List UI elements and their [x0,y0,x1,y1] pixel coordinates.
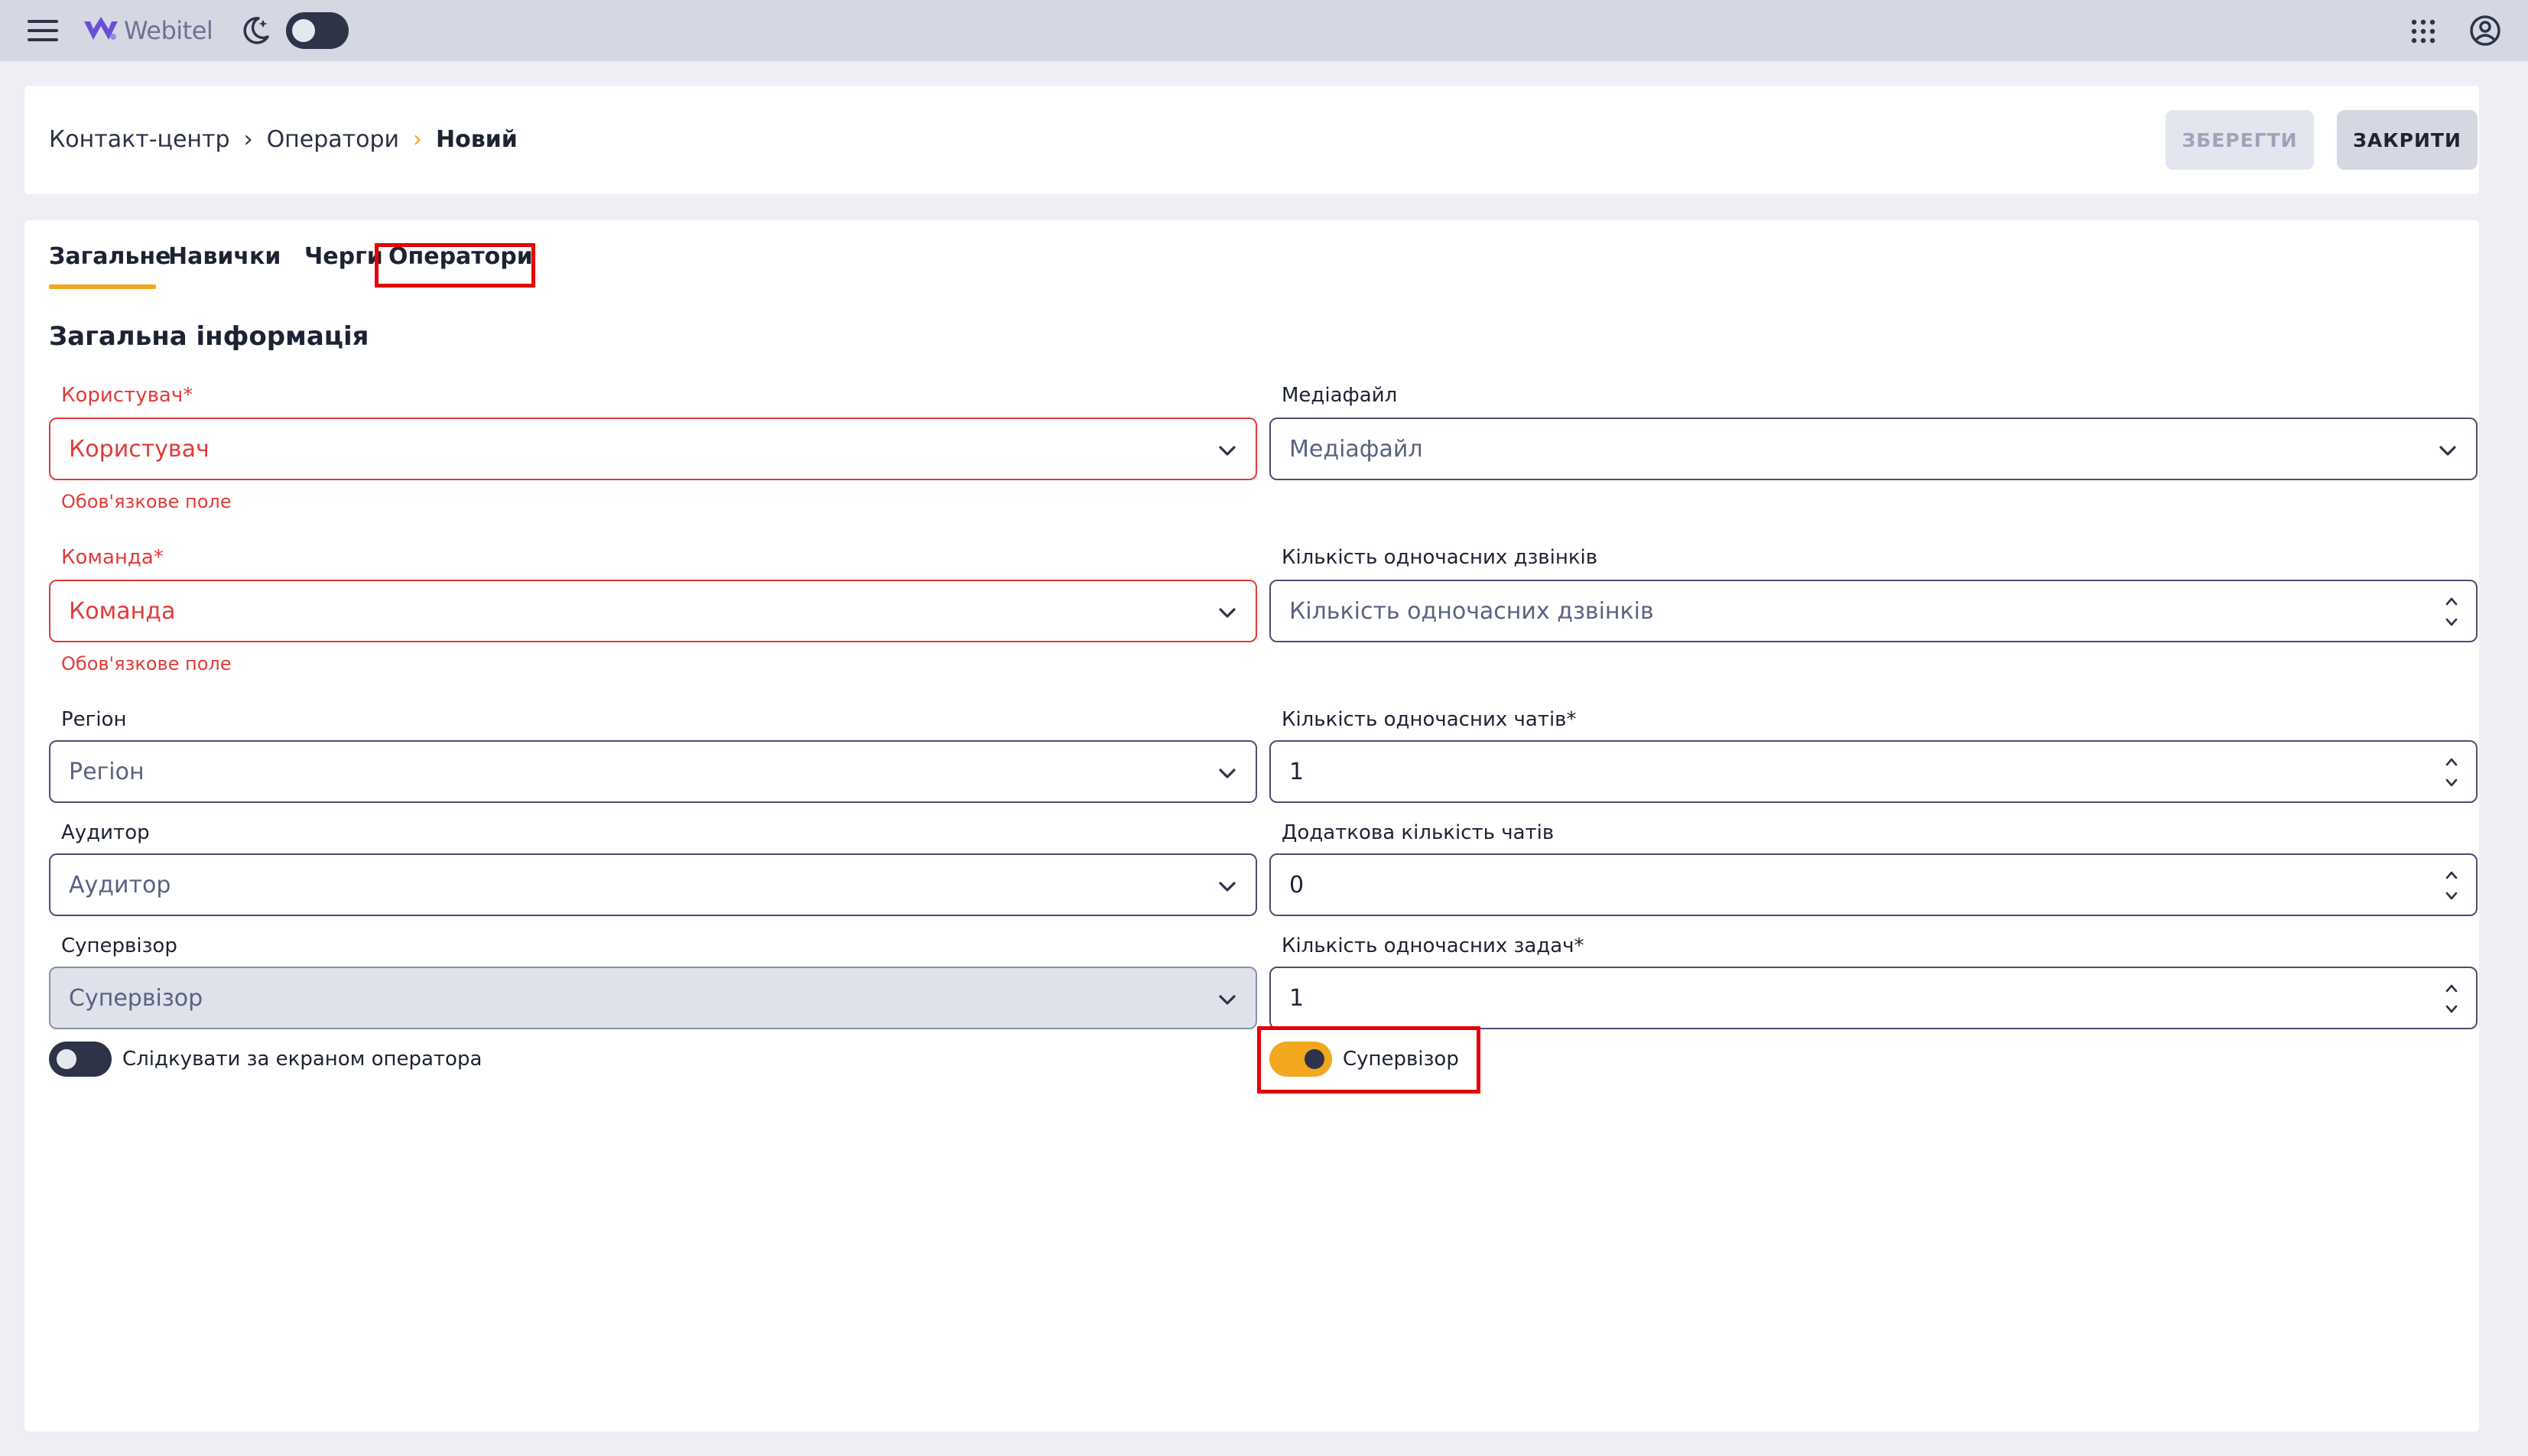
calls-label: Кількість одночасних дзвінків [1282,546,1598,569]
active-tab-indicator [49,284,156,289]
calls-placeholder: Кількість одночасних дзвінків [1289,598,1654,625]
number-stepper-icon[interactable] [2442,749,2461,795]
follow-screen-toggle[interactable] [49,1042,112,1077]
chats-value: 1 [1289,759,1305,785]
team-label: Команда* [61,546,164,569]
region-label: Регіон [61,708,127,731]
media-label: Медіафайл [1282,384,1398,407]
webitel-logo-icon [84,17,118,40]
tab-skills[interactable]: Навички [168,243,281,270]
media-select[interactable]: Медіафайл [1269,418,2478,480]
chats-input[interactable]: 1 [1269,740,2478,803]
chevron-down-icon [1219,446,1236,456]
supervisor-select-label: Супервізор [61,934,177,957]
auditor-select[interactable]: Аудитор [49,853,1257,916]
team-error: Обов'язкове поле [61,653,232,674]
user-placeholder: Користувач [69,436,210,463]
extra-chats-input[interactable]: 0 [1269,853,2478,916]
breadcrumb-current: Новий [436,125,518,153]
follow-screen-label: Слідкувати за екраном оператора [122,1048,483,1071]
chevron-down-icon [1219,608,1236,618]
user-select[interactable]: Користувач [49,418,1257,480]
user-error: Обов'язкове поле [61,491,232,512]
team-placeholder: Команда [69,598,176,625]
apps-grid-icon[interactable] [2410,18,2436,44]
number-stepper-icon[interactable] [2442,589,2461,635]
number-stepper-icon[interactable] [2442,976,2461,1022]
account-icon[interactable] [2468,14,2502,47]
supervisor-placeholder: Супервізор [69,985,203,1012]
main-card: Загальне Навички Черги Оператори Загальн… [24,220,2479,1432]
top-bar: Webitel [0,0,2528,61]
header-card: Контакт-центр › Оператори › Новий ЗБЕРЕГ… [24,86,2479,194]
close-button[interactable]: ЗАКРИТИ [2337,110,2478,170]
chevron-right-icon: › [413,125,423,153]
team-select[interactable]: Команда [49,580,1257,642]
tasks-value: 1 [1289,985,1305,1012]
auditor-placeholder: Аудитор [69,872,171,899]
region-select[interactable]: Регіон [49,740,1257,803]
tasks-input[interactable]: 1 [1269,967,2478,1029]
breadcrumb-contact-center[interactable]: Контакт-центр [49,126,230,153]
save-button[interactable]: ЗБЕРЕГТИ [2166,110,2314,170]
chevron-down-icon [1219,769,1236,778]
chevron-down-icon [1219,882,1236,892]
logo[interactable]: Webitel [83,12,213,49]
tab-general[interactable]: Загальне [49,243,171,270]
extra-chats-label: Додаткова кількість чатів [1282,821,1555,844]
menu-icon[interactable] [28,17,60,44]
logo-text: Webitel [124,16,213,45]
section-title: Загальна інформація [49,321,369,352]
user-label: Користувач* [61,384,193,407]
chevron-down-icon [2439,446,2456,456]
calls-input[interactable]: Кількість одночасних дзвінків [1269,580,2478,642]
breadcrumb-operators[interactable]: Оператори [267,126,399,153]
media-placeholder: Медіафайл [1289,436,1423,463]
annotation-highlight-toggle [1257,1026,1480,1094]
chevron-right-icon: › [243,125,253,153]
chats-label: Кількість одночасних чатів* [1282,708,1577,731]
region-placeholder: Регіон [69,759,145,785]
number-stepper-icon[interactable] [2442,863,2461,908]
tasks-label: Кількість одночасних задач* [1282,934,1584,957]
extra-chats-value: 0 [1289,872,1305,899]
chevron-down-icon [1219,995,1236,1005]
theme-toggle[interactable] [286,12,349,49]
auditor-label: Аудитор [61,821,150,844]
breadcrumb: Контакт-центр › Оператори › Новий [49,124,518,154]
supervisor-select[interactable]: Супервізор [49,967,1257,1029]
annotation-highlight-tab [375,243,535,288]
moon-icon [243,17,269,44]
tab-queues[interactable]: Черги [304,243,383,270]
